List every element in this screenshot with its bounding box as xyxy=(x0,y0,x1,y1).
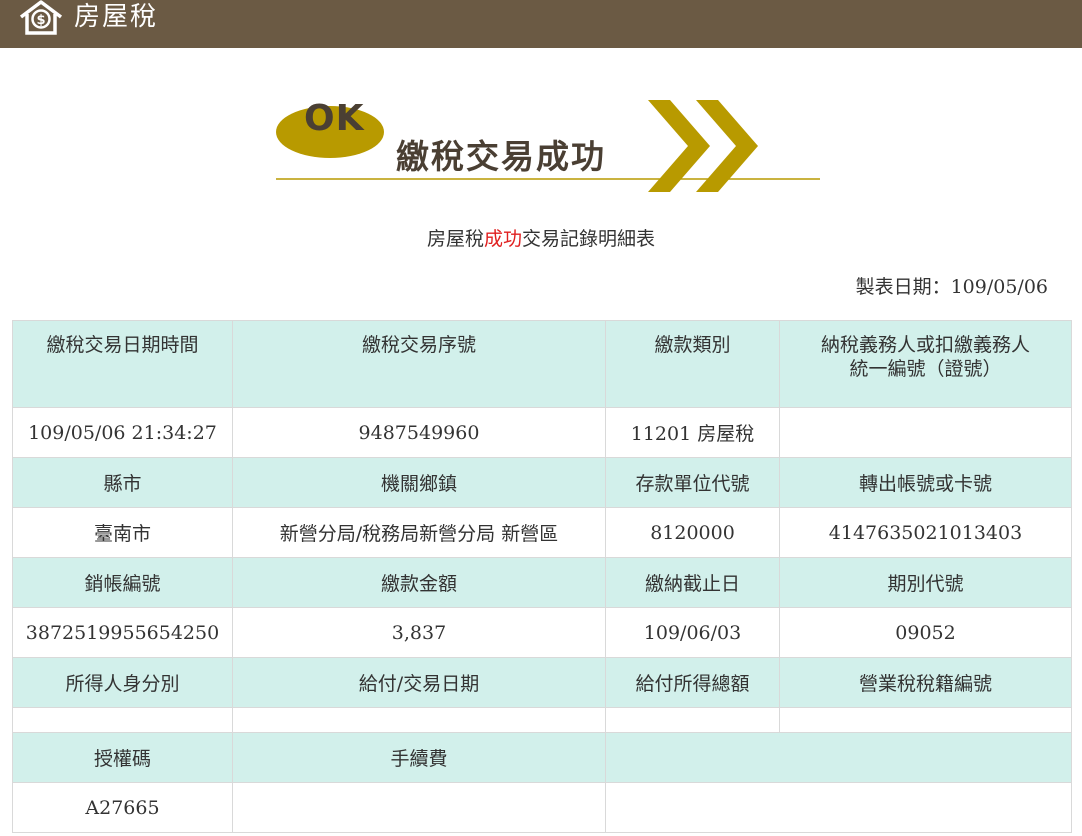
table-cell xyxy=(779,407,1072,458)
table-row: 3872519955654250 3,837 109/06/03 09052 xyxy=(12,607,1072,658)
table-header-row: 銷帳編號 繳款金額 繳納截止日 期別代號 xyxy=(12,557,1072,608)
header-cell: 繳稅交易序號 xyxy=(232,320,606,408)
header-cell: 縣市 xyxy=(12,457,233,508)
header-line: 納稅義務人或扣繳義務人 xyxy=(820,334,1030,356)
success-banner: OK 繳稅交易成功 xyxy=(276,92,820,204)
table-cell: 4147635021013403 xyxy=(779,507,1072,558)
transaction-detail-table: 繳稅交易日期時間 繳稅交易序號 繳款類別 納稅義務人或扣繳義務人 統一編號（證號）… xyxy=(12,320,1072,833)
header-cell: 繳稅交易日期時間 xyxy=(12,320,233,408)
house-dollar-icon: $ xyxy=(19,0,63,35)
table-cell: 3,837 xyxy=(232,607,606,658)
table-cell: A27665 xyxy=(12,782,233,833)
header-cell: 轉出帳號或卡號 xyxy=(779,457,1072,508)
table-row: A27665 xyxy=(12,782,1072,833)
table-cell: 109/05/06 21:34:27 xyxy=(12,407,233,458)
ok-label: OK xyxy=(304,98,365,139)
success-message: 繳稅交易成功 xyxy=(396,137,606,176)
report-title-suffix: 交易記錄明細表 xyxy=(522,228,656,250)
table-cell xyxy=(12,707,233,733)
report-title: 房屋稅成功交易記錄明細表 xyxy=(0,224,1082,251)
report-title-prefix: 房屋稅 xyxy=(426,228,484,250)
empty-table-cell xyxy=(605,782,1072,833)
table-cell: 09052 xyxy=(779,607,1072,658)
header-cell: 銷帳編號 xyxy=(12,557,233,608)
table-row: 109/05/06 21:34:27 9487549960 11201 房屋稅 xyxy=(12,407,1072,458)
table-cell xyxy=(605,707,780,733)
table-cell: 新營分局/稅務局新營分局 新營區 xyxy=(232,507,606,558)
table-header-row: 繳稅交易日期時間 繳稅交易序號 繳款類別 納稅義務人或扣繳義務人 統一編號（證號） xyxy=(12,320,1072,408)
table-cell: 3872519955654250 xyxy=(12,607,233,658)
header-cell: 繳納截止日 xyxy=(605,557,780,608)
table-cell: 臺南市 xyxy=(12,507,233,558)
header-cell: 繳款金額 xyxy=(232,557,606,608)
table-cell xyxy=(232,782,606,833)
header-cell: 存款單位代號 xyxy=(605,457,780,508)
header-cell: 給付所得總額 xyxy=(605,657,780,708)
table-cell xyxy=(779,707,1072,733)
table-header-row: 縣市 機關鄉鎮 存款單位代號 轉出帳號或卡號 xyxy=(12,457,1072,508)
header-cell: 繳款類別 xyxy=(605,320,780,408)
table-cell xyxy=(232,707,606,733)
header-cell: 授權碼 xyxy=(12,732,233,783)
top-header-bar: $ 房屋稅 xyxy=(0,0,1082,48)
table-cell: 8120000 xyxy=(605,507,780,558)
header-cell: 期別代號 xyxy=(779,557,1072,608)
header-cell: 營業稅稅籍編號 xyxy=(779,657,1072,708)
page-title: 房屋稅 xyxy=(74,2,159,32)
table-cell: 11201 房屋稅 xyxy=(605,407,780,458)
table-header-row: 授權碼 手續費 xyxy=(12,732,1072,783)
report-title-highlight: 成功 xyxy=(483,228,522,250)
header-cell: 納稅義務人或扣繳義務人 統一編號（證號） xyxy=(779,320,1072,408)
table-cell: 109/06/03 xyxy=(605,607,780,658)
table-row: 臺南市 新營分局/稅務局新營分局 新營區 8120000 41476350210… xyxy=(12,507,1072,558)
table-header-row: 所得人身分別 給付/交易日期 給付所得總額 營業稅稅籍編號 xyxy=(12,657,1072,708)
header-line: 統一編號（證號） xyxy=(849,358,1002,380)
empty-header-cell xyxy=(605,732,1072,783)
header-cell: 機關鄉鎮 xyxy=(232,457,606,508)
header-cell: 手續費 xyxy=(232,732,606,783)
header-cell: 給付/交易日期 xyxy=(232,657,606,708)
header-cell: 所得人身分別 xyxy=(12,657,233,708)
table-row xyxy=(12,707,1072,733)
chevron-right-icon xyxy=(648,100,710,192)
table-cell: 9487549960 xyxy=(232,407,606,458)
svg-text:$: $ xyxy=(36,13,45,28)
report-date: 製表日期：109/05/06 xyxy=(855,276,1048,298)
